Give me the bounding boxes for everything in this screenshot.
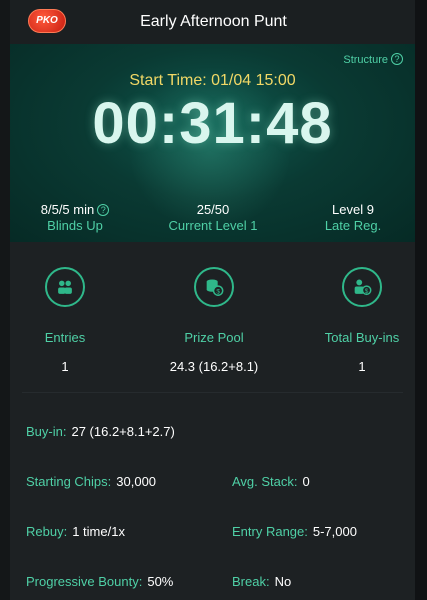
buyin-value: 27 (16.2+8.1+2.7) [71, 424, 175, 439]
late-reg-stat: Level 9 Late Reg. [288, 202, 415, 234]
countdown-clock: 00:31:48 [92, 91, 333, 156]
tournament-info: $ $ Entries 1 Prize Pool 24.3 (16.2+8.1)… [10, 242, 415, 600]
start-time: Start Time: 01/04 15:00 [129, 72, 296, 89]
structure-label: Structure [343, 54, 388, 66]
avg-stack-value: 0 [302, 474, 310, 489]
avg-stack-row: Avg. Stack: 0 [232, 474, 310, 489]
blinds-up-stat: 8/5/5 min? Blinds Up [10, 202, 140, 234]
tournament-lobby: PKO Early Afternoon Punt Structure? Star… [0, 0, 427, 600]
current-level-value: 25/50 [196, 202, 230, 217]
buyin-row: Buy-in: 27 (16.2+8.1+2.7) [26, 424, 175, 439]
buyin-key: Buy-in: [26, 424, 67, 439]
total-buyins-column: Total Buy-ins 1 [292, 330, 427, 374]
svg-text:$: $ [216, 288, 220, 295]
break-value: No [274, 574, 292, 589]
entry-range-value: 5-7,000 [312, 524, 357, 539]
right-edge [415, 0, 427, 600]
blinds-up-label: Blinds Up [47, 218, 103, 233]
starting-chips-row: Starting Chips: 30,000 [26, 474, 156, 489]
progressive-bounty-row: Progressive Bounty: 50% [26, 574, 173, 589]
structure-link[interactable]: Structure? [343, 53, 403, 66]
break-row: Break: No [232, 574, 291, 589]
timer-panel: Structure? Start Time: 01/04 15:00 00:31… [10, 44, 415, 242]
starting-chips-value: 30,000 [116, 474, 157, 489]
current-level-stat: 25/50 Current Level 1 [148, 202, 278, 234]
entries-value: 1 [61, 359, 69, 374]
current-level-label: Current Level 1 [168, 218, 258, 233]
total-buyins-value: 1 [358, 359, 366, 374]
entry-range-row: Entry Range: 5-7,000 [232, 524, 357, 539]
page-title: Early Afternoon Punt [140, 13, 287, 30]
rebuy-row: Rebuy: 1 time/1x [26, 524, 125, 539]
prize-pool-value: 24.3 (16.2+8.1) [169, 359, 259, 374]
blinds-help-icon[interactable]: ? [97, 204, 110, 216]
progressive-bounty-value: 50% [147, 574, 174, 589]
rebuy-key: Rebuy: [26, 524, 68, 539]
section-divider [22, 392, 403, 393]
left-edge [0, 0, 10, 600]
entries-label: Entries [44, 330, 86, 345]
prize-pool-column: Prize Pool 24.3 (16.2+8.1) [144, 330, 284, 374]
help-icon: ? [391, 53, 403, 65]
buyin-icon: $ [342, 267, 382, 307]
progressive-bounty-key: Progressive Bounty: [26, 574, 143, 589]
coins-icon: $ [194, 267, 234, 307]
late-reg-label: Late Reg. [324, 218, 382, 233]
prize-pool-label: Prize Pool [184, 330, 244, 345]
entry-range-key: Entry Range: [232, 524, 308, 539]
blinds-up-value: 8/5/5 min [40, 202, 95, 217]
total-buyins-label: Total Buy-ins [324, 330, 400, 345]
starting-chips-key: Starting Chips: [26, 474, 112, 489]
avg-stack-key: Avg. Stack: [232, 474, 298, 489]
players-icon [45, 267, 85, 307]
late-reg-value: Level 9 [332, 202, 374, 217]
svg-text:$: $ [365, 288, 369, 295]
entries-column: Entries 1 [0, 330, 135, 374]
break-key: Break: [232, 574, 270, 589]
rebuy-value: 1 time/1x [72, 524, 125, 539]
